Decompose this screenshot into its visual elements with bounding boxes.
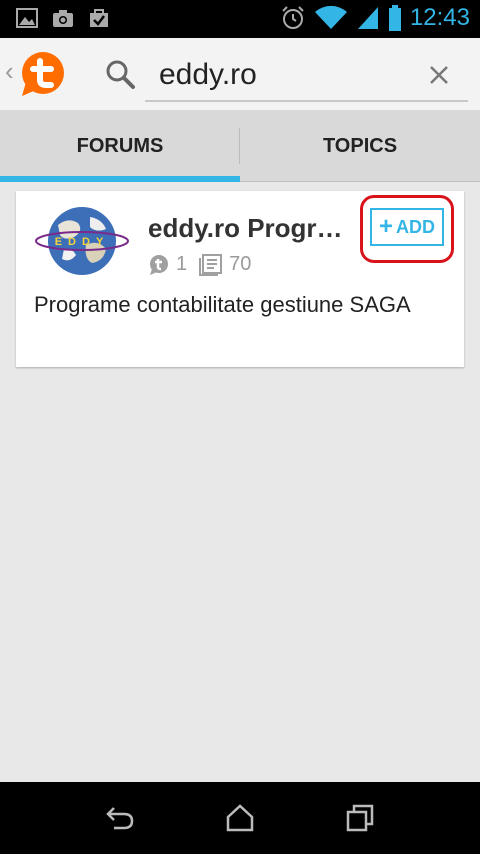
battery-icon — [388, 5, 401, 31]
tab-topics[interactable]: TOPICS — [240, 110, 480, 182]
selected-tab-indicator — [0, 176, 240, 182]
add-forum-button[interactable]: + ADD — [370, 208, 444, 246]
camera-icon — [53, 10, 73, 27]
tab-forums[interactable]: FORUMS — [0, 110, 240, 182]
app-logo-icon[interactable] — [18, 50, 68, 100]
logo-text: EDDY — [55, 236, 110, 248]
posts-count: 70 — [229, 253, 252, 275]
search-query-text: eddy.ro — [159, 58, 257, 91]
topics-icon — [150, 254, 168, 275]
back-icon[interactable] — [104, 802, 136, 834]
home-icon[interactable] — [224, 802, 256, 834]
bag-check-icon — [90, 9, 108, 27]
up-chevron-icon[interactable]: ‹ — [5, 58, 14, 84]
alarm-icon — [282, 6, 304, 29]
posts-stat: 70 — [199, 253, 251, 276]
action-bar: ‹ eddy.ro — [0, 38, 480, 110]
status-bar: 12:43 — [0, 0, 480, 38]
topics-stat: 1 — [148, 253, 187, 276]
clock: 12:43 — [409, 4, 470, 31]
forum-logo: EDDY — [34, 205, 130, 277]
wifi-icon — [314, 5, 347, 29]
recent-apps-icon[interactable] — [344, 802, 376, 834]
search-icon[interactable] — [104, 58, 136, 90]
posts-icon — [199, 253, 223, 276]
search-input[interactable]: eddy.ro — [145, 50, 468, 102]
navigation-bar — [0, 782, 480, 854]
forum-title: eddy.ro Programe contabilitate gestiune … — [148, 213, 353, 243]
tab-bar: FORUMS TOPICS — [0, 110, 480, 182]
forum-stats: 1 70 — [148, 253, 263, 276]
clear-icon[interactable] — [428, 64, 450, 86]
forum-card[interactable]: EDDY eddy.ro Programe contabilitate gest… — [16, 191, 464, 367]
image-icon — [16, 8, 38, 28]
add-label: ADD — [396, 216, 435, 237]
topics-count: 1 — [176, 253, 188, 275]
signal-icon — [357, 7, 378, 29]
forum-description: Programe contabilitate gestiune SAGA — [34, 292, 411, 317]
plus-icon: + — [378, 213, 393, 240]
